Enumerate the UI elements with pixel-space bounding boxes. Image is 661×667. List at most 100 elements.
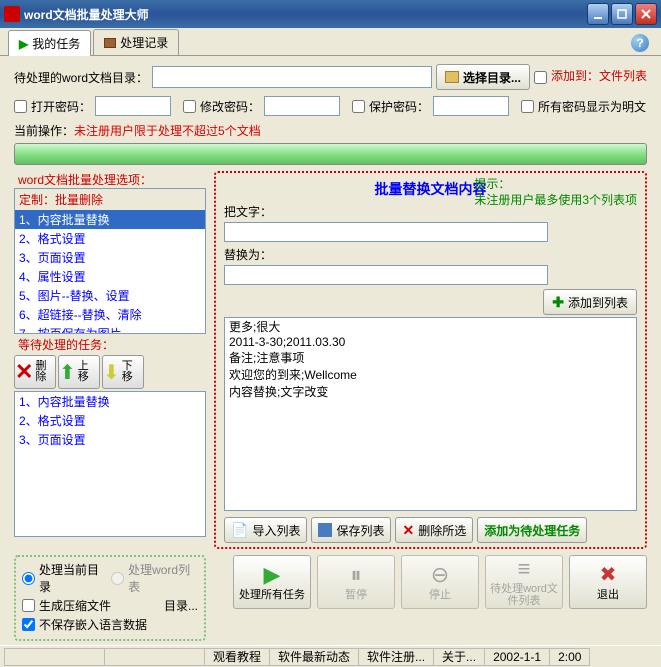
protect-pw-input[interactable] [433,96,509,116]
queue-item[interactable]: 3、页面设置 [15,430,205,449]
play-icon: ▶ [264,563,281,587]
x-icon: ✕ [402,522,414,539]
list-icon: ≡ [518,557,531,581]
help-icon[interactable]: ? [631,34,649,52]
tabs-row: ▶ 我的任务 处理记录 ? [0,28,661,56]
queue-list[interactable]: 1、内容批量替换 2、格式设置 3、页面设置 [14,391,206,537]
stop-button[interactable]: ⊖ 停止 [401,555,479,609]
button-label: 停止 [429,589,451,601]
radio-label: 处理当前目录 [39,561,107,595]
queue-item[interactable]: 1、内容批量替换 [15,392,205,411]
replace-input[interactable] [224,265,548,285]
option-item[interactable]: 4、属性设置 [15,267,205,286]
compress-checkbox[interactable] [22,599,35,612]
protect-pw-checkbox[interactable] [352,100,365,113]
titlebar: word文档批量处理大师 [0,0,661,28]
find-input[interactable] [224,222,548,242]
replace-line[interactable]: 内容替换;文字改变 [225,383,636,400]
status-date: 2002-1-1 [484,648,549,666]
replace-line[interactable]: 更多;很大 [225,318,636,335]
open-pw-checkbox[interactable] [14,100,27,113]
status-news[interactable]: 软件最新动态 [269,648,358,666]
tab-history[interactable]: 处理记录 [93,29,179,55]
replace-line[interactable]: 2011-3-30;2011.03.30 [225,335,636,349]
show-plain-checkbox[interactable] [521,100,534,113]
pending-list-button[interactable]: ≡ 待处理word文件列表 [485,555,563,609]
status-blank-1 [4,648,104,666]
tab-my-tasks[interactable]: ▶ 我的任务 [8,30,91,56]
briefcase-icon [104,38,116,48]
add-to-label: 添加到：文件列表 [551,70,647,83]
option-item[interactable]: 5、图片--替换、设置 [15,286,205,305]
replace-label: 替换为： [224,246,637,263]
maximize-button[interactable] [611,3,633,25]
button-label: 添加为待处理任务 [484,522,580,539]
tab-label: 我的任务 [32,35,80,52]
process-current-radio[interactable] [22,572,35,585]
queue-delete-button[interactable]: ✕删除 [14,355,56,389]
dir-label: 待处理的word文档目录： [14,69,148,86]
status-register[interactable]: 软件注册... [358,648,433,666]
queue-title: 等待处理的任务： [18,336,206,353]
replace-list[interactable]: 更多;很大 2011-3-30;2011.03.30 备注;注意事项 欢迎您的到… [224,317,637,511]
radio-label-disabled: 处理word列表 [128,561,198,595]
status-watch-tutorial[interactable]: 观看教程 [204,648,269,666]
open-pw-input[interactable] [95,96,171,116]
dir-input[interactable] [152,66,432,88]
add-to-list-button[interactable]: ✚ 添加到列表 [543,289,637,315]
button-label: 删除所选 [418,522,466,539]
nosave-checkbox[interactable] [22,618,35,631]
button-label: 导入列表 [252,522,300,539]
show-plain-label: 所有密码显示为明文 [538,98,646,115]
app-icon [4,6,20,22]
right-panel: 批量替换文档内容 提示： 未注册用户最多使用3个列表项 把文字： 替换为： ✚ … [214,171,647,549]
button-label: 添加到列表 [568,294,628,311]
button-label: 退出 [597,589,619,601]
status-time: 2:00 [549,648,590,666]
save-list-button[interactable]: 保存列表 [311,517,391,543]
folder-icon [445,71,459,83]
options-title: word文档批量处理选项： [14,171,206,188]
button-label: 暂停 [345,589,367,601]
options-dotted-box: 处理当前目录 处理word列表 生成压缩文件 目录... 不保存嵌入语言数据 [14,555,206,641]
option-item[interactable]: 6、超链接--替换、清除 [15,305,205,324]
status-blank-2 [104,648,204,666]
options-list[interactable]: 定制：批量删除 1、内容批量替换 2、格式设置 3、页面设置 4、属性设置 5、… [14,188,206,334]
status-about[interactable]: 关于... [433,648,484,666]
exit-icon: ✖ [600,563,617,587]
option-item[interactable]: 1、内容批量替换 [15,210,205,229]
button-label: 处理所有任务 [239,589,305,601]
queue-item[interactable]: 2、格式设置 [15,411,205,430]
menu-dir-link[interactable]: 目录... [164,597,198,614]
hint-label: 提示： [474,177,510,191]
queue-down-button[interactable]: ⬇下移 [102,355,144,389]
x-icon: ✕ [15,359,33,385]
import-list-button[interactable]: 📄 导入列表 [224,517,307,543]
stop-icon: ⊖ [431,563,449,587]
hint-text: 未注册用户最多使用3个列表项 [474,193,637,207]
plus-icon: ✚ [552,294,564,311]
add-as-task-button[interactable]: 添加为待处理任务 [477,517,587,543]
replace-line[interactable]: 欢迎您的到来;Wellcome [225,366,636,383]
replace-line[interactable]: 备注;注意事项 [225,349,636,366]
run-all-button[interactable]: ▶ 处理所有任务 [233,555,311,609]
save-icon [318,523,332,537]
options-header: 定制：批量删除 [15,189,205,210]
option-item[interactable]: 2、格式设置 [15,229,205,248]
delete-selected-button[interactable]: ✕ 删除所选 [395,517,473,543]
option-item[interactable]: 3、页面设置 [15,248,205,267]
tab-label: 处理记录 [120,34,168,51]
queue-up-button[interactable]: ⬆上移 [58,355,100,389]
add-to-list-checkbox[interactable] [534,71,547,84]
pause-icon: ⏸ [350,563,361,587]
option-item[interactable]: 7、按页保存为图片 [15,324,205,333]
exit-button[interactable]: ✖ 退出 [569,555,647,609]
arrow-up-icon: ⬆ [59,360,76,385]
select-dir-button[interactable]: 选择目录... [436,64,530,90]
modify-pw-checkbox[interactable] [183,100,196,113]
modify-pw-input[interactable] [264,96,340,116]
modify-pw-label: 修改密码： [200,98,260,115]
pause-button[interactable]: ⏸ 暂停 [317,555,395,609]
close-button[interactable] [635,3,657,25]
minimize-button[interactable] [587,3,609,25]
